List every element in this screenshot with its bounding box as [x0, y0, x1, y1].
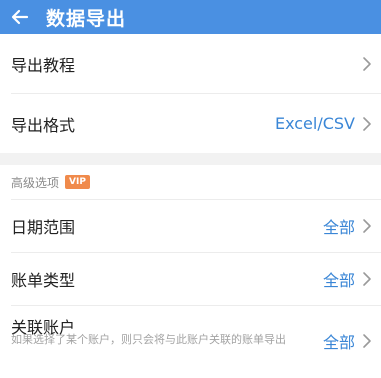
export-format-row[interactable]: 导出格式 Excel/CSV: [0, 94, 381, 153]
date-range-row[interactable]: 日期范围 全部: [0, 200, 381, 252]
bill-type-value: 全部: [322, 271, 355, 290]
date-range-value: 全部: [322, 218, 355, 237]
advanced-section-header: 高级选项 VIP: [0, 165, 381, 199]
date-range-label: 日期范围: [11, 218, 76, 237]
page-title: 数据导出: [46, 7, 127, 30]
app-bar: 数据导出: [0, 0, 381, 34]
linked-account-value: 全部: [322, 333, 355, 352]
chevron-right-icon: [362, 218, 372, 234]
export-tutorial-label: 导出教程: [11, 55, 76, 75]
chevron-right-icon: [362, 116, 372, 132]
export-format-label: 导出格式: [11, 115, 76, 135]
linked-account-description: 如果选择了某个账户，则只会将与此账户关联的账单导出: [11, 333, 286, 346]
chevron-right-icon: [362, 333, 372, 349]
vip-badge: VIP: [65, 175, 90, 189]
arrow-left-icon: [11, 9, 29, 25]
linked-account-row[interactable]: 关联账户 如果选择了某个账户，则只会将与此账户关联的账单导出 全部: [0, 306, 381, 376]
chevron-right-icon: [362, 271, 372, 287]
back-button[interactable]: [0, 0, 40, 34]
export-settings-card: 导出教程 导出格式 Excel/CSV: [0, 34, 381, 153]
export-format-value: Excel/CSV: [274, 114, 355, 133]
section-label: 高级选项: [11, 175, 60, 190]
advanced-options-card: 高级选项 VIP 日期范围 全部 账单类型 全部 关联账户 如果选择了某个账户，…: [0, 165, 381, 378]
export-tutorial-row[interactable]: 导出教程: [0, 34, 381, 93]
chevron-right-icon: [362, 56, 372, 72]
bill-type-row[interactable]: 账单类型 全部: [0, 253, 381, 305]
bill-type-label: 账单类型: [11, 271, 76, 290]
